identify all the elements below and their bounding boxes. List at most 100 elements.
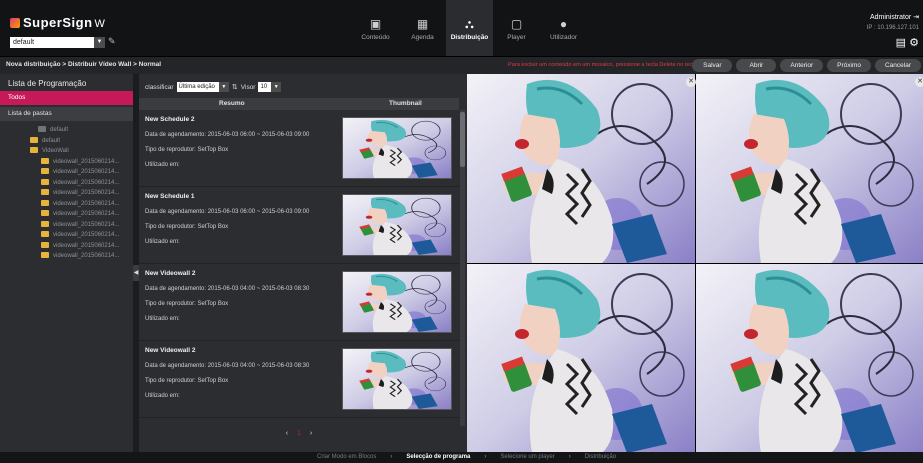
- nav-label: Player: [507, 34, 526, 41]
- sort-value: Última edição: [178, 84, 215, 90]
- folder-tree-item[interactable]: default: [0, 136, 133, 147]
- next-page-button[interactable]: ›: [310, 430, 312, 437]
- program-thumbnail[interactable]: [342, 348, 452, 410]
- action-bar: Nova distribuição > Distribuir Vídeo Wal…: [0, 56, 923, 74]
- chevron-down-icon[interactable]: ▼: [94, 37, 105, 48]
- close-icon[interactable]: ✕: [686, 77, 696, 87]
- open-button[interactable]: Abrir: [736, 59, 777, 72]
- document-icon[interactable]: ▤: [896, 37, 906, 49]
- program-name: New Schedule 1: [145, 193, 195, 200]
- player-type: Tipo de reprodutor: SetTop Box: [145, 378, 229, 384]
- folder-tree-item[interactable]: videowall_2015060214...: [0, 199, 133, 210]
- nav-utilizador[interactable]: ● Utilizador: [540, 0, 587, 56]
- folder-label: videowall_2015060214...: [53, 179, 120, 186]
- player-type: Tipo de reprodutor: SetTop Box: [145, 147, 229, 153]
- view-count-select[interactable]: 10 ▼: [258, 82, 282, 92]
- gear-icon[interactable]: ⚙: [909, 37, 919, 49]
- program-thumbnail[interactable]: [342, 194, 452, 256]
- user-icon: ●: [559, 17, 568, 31]
- program-name: New Schedule 2: [145, 116, 195, 123]
- nav-agenda[interactable]: ▦ Agenda: [399, 0, 446, 56]
- chevron-right-icon: ›: [390, 454, 393, 460]
- folder-icon: [41, 199, 49, 206]
- user-name[interactable]: Administrator: [870, 14, 911, 21]
- sort-select[interactable]: Última edição ▼: [176, 82, 229, 92]
- videowall-preview[interactable]: ✕ ✕: [467, 74, 923, 452]
- used-in: Utilizado em:: [145, 393, 180, 399]
- folder-tree-item[interactable]: VideoWall: [0, 146, 133, 157]
- sidebar-item-folder-list[interactable]: Lista de pastas: [0, 107, 133, 121]
- pagination: ‹ 1 ›: [139, 430, 459, 437]
- list-scrollbar[interactable]: [460, 110, 465, 426]
- folder-tree-item[interactable]: videowall_2015060214...: [0, 167, 133, 178]
- sort-order-icon[interactable]: ⇅: [232, 83, 238, 91]
- nav-label: Distribuição: [450, 34, 489, 41]
- folder-icon: [41, 220, 49, 227]
- program-thumbnail[interactable]: [342, 271, 452, 333]
- list-column-header: Resumo Thumbnail: [139, 98, 459, 110]
- scrollbar-knob[interactable]: [460, 112, 465, 167]
- folder-tree-item[interactable]: videowall_2015060214...: [0, 251, 133, 262]
- logo-mark-icon: [10, 18, 20, 28]
- list-toolbar: classificar Última edição ▼ ⇅ Visor 10 ▼: [145, 82, 282, 92]
- folder-icon: [41, 178, 49, 185]
- distribution-icon: ⛬: [465, 17, 474, 31]
- folder-icon: [30, 136, 38, 143]
- folder-tree-item[interactable]: videowall_2015060214...: [0, 188, 133, 199]
- column-summary: Resumo: [219, 100, 245, 107]
- prev-page-button[interactable]: ‹: [286, 430, 288, 437]
- videowall-tile[interactable]: [696, 264, 923, 452]
- videowall-tile[interactable]: [696, 74, 923, 263]
- program-name: New Videowall 2: [145, 347, 196, 354]
- folder-tree-item[interactable]: videowall_2015060214...: [0, 241, 133, 252]
- program-row[interactable]: New Schedule 1 Data de agendamento: 2015-…: [139, 187, 459, 264]
- view-label: Visor: [240, 83, 256, 91]
- breadcrumb: Nova distribuição > Distribuir Vídeo Wal…: [6, 61, 162, 68]
- folder-label: videowall_2015060214...: [53, 169, 120, 175]
- edit-icon[interactable]: ✎: [108, 36, 118, 48]
- schedule-date: Data de agendamento: 2015-06-03 06:00 ~ …: [145, 132, 310, 138]
- folder-tree-item[interactable]: videowall_2015060214...: [0, 178, 133, 189]
- videowall-tile[interactable]: [467, 74, 695, 263]
- current-page[interactable]: 1: [297, 430, 301, 437]
- folder-tree-item[interactable]: videowall_2015060214...: [0, 157, 133, 168]
- folder-label: videowall_2015060214...: [53, 221, 120, 228]
- sidebar-title: Lista de Programação: [8, 79, 87, 88]
- program-row[interactable]: New Schedule 2 Data de agendamento: 2015-…: [139, 110, 459, 187]
- program-thumbnail[interactable]: [342, 117, 452, 179]
- folder-tree-item[interactable]: default: [0, 125, 133, 136]
- folder-icon: [38, 126, 46, 132]
- program-list-panel: classificar Última edição ▼ ⇅ Visor 10 ▼ R…: [139, 74, 467, 452]
- sidebar-item-todos[interactable]: Todos: [0, 91, 133, 105]
- user-panel: Administrator ⇥ IP : 10.196.127.101 ▤ ⚙: [867, 13, 919, 49]
- nav-conteudo[interactable]: ▣ Conteúdo: [352, 0, 399, 56]
- cancel-button[interactable]: Cancelar: [874, 59, 921, 72]
- save-button[interactable]: Salvar: [692, 59, 733, 72]
- used-in: Utilizado em:: [145, 316, 180, 322]
- site-select[interactable]: default ▼: [10, 37, 105, 48]
- videowall-tile[interactable]: [467, 264, 695, 452]
- previous-button[interactable]: Anterior: [780, 59, 824, 72]
- nav-label: Conteúdo: [361, 34, 390, 41]
- chevron-right-icon: ›: [484, 454, 487, 460]
- folder-label: videowall_2015060214...: [53, 211, 120, 217]
- nav-player[interactable]: ▢ Player: [493, 0, 540, 56]
- chevron-right-icon: ›: [568, 454, 571, 460]
- logout-icon[interactable]: ⇥: [913, 14, 919, 21]
- folder-tree-item[interactable]: videowall_2015060214...: [0, 220, 133, 231]
- next-button[interactable]: Próximo: [827, 59, 871, 72]
- program-row[interactable]: New Videowall 2 Data de agendamento: 2015…: [139, 341, 459, 418]
- used-in: Utilizado em:: [145, 239, 180, 245]
- nav-distribuicao[interactable]: ⛬ Distribuição: [446, 0, 493, 56]
- close-icon[interactable]: ✕: [915, 77, 923, 87]
- folder-label: videowall_2015060214...: [53, 232, 120, 238]
- program-row[interactable]: New Videowall 2 Data de agendamento: 2015…: [139, 264, 459, 341]
- content-icon: ▣: [369, 17, 382, 31]
- logo-suffix: W: [94, 18, 106, 30]
- folder-tree-item[interactable]: videowall_2015060214...: [0, 209, 133, 220]
- main-nav: ▣ Conteúdo ▦ Agenda ⛬ Distribuição ▢ Pla…: [352, 0, 587, 56]
- folder-icon: [41, 231, 49, 237]
- wizard-step: Selecione um player: [500, 454, 555, 460]
- folder-tree-item[interactable]: videowall_2015060214...: [0, 230, 133, 241]
- column-thumbnail: Thumbnail: [389, 100, 422, 107]
